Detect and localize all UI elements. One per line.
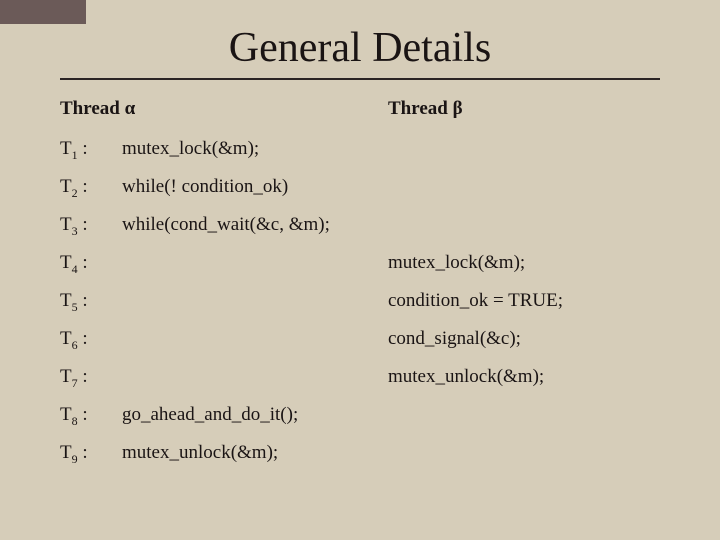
row-label-suffix: : <box>78 138 88 159</box>
col-header-alpha: Thread α <box>60 98 388 130</box>
row-beta: condition_ok = TRUE; <box>388 282 660 320</box>
row-label-suffix: : <box>78 214 88 235</box>
corner-accent <box>0 0 86 24</box>
row-beta: cond_signal(&c); <box>388 320 660 358</box>
row-beta: mutex_unlock(&m); <box>388 358 660 396</box>
row-label-t: T <box>60 442 72 463</box>
row-alpha: while(! condition_ok) <box>116 168 388 206</box>
title-rule <box>60 78 660 80</box>
row-label-suffix: : <box>78 176 88 197</box>
row-label-t: T <box>60 176 72 197</box>
row-beta <box>388 168 660 206</box>
row-label-t: T <box>60 214 72 235</box>
row-beta <box>388 434 660 472</box>
row-label-t: T <box>60 366 72 387</box>
row-alpha: go_ahead_and_do_it(); <box>116 396 388 434</box>
row-alpha: while(cond_wait(&c, &m); <box>116 206 388 244</box>
row-label-suffix: : <box>78 328 88 349</box>
col-header-beta: Thread β <box>388 98 660 130</box>
row-label-suffix: : <box>78 442 88 463</box>
row-alpha <box>116 282 388 320</box>
row-label: T2 : <box>60 168 116 206</box>
row-alpha <box>116 320 388 358</box>
row-label: T8 : <box>60 396 116 434</box>
beta-symbol: β <box>453 98 463 119</box>
row-beta <box>388 206 660 244</box>
row-label-t: T <box>60 328 72 349</box>
row-label-t: T <box>60 138 72 159</box>
row-label: T4 : <box>60 244 116 282</box>
row-alpha <box>116 358 388 396</box>
row-label-suffix: : <box>78 404 88 425</box>
row-alpha: mutex_unlock(&m); <box>116 434 388 472</box>
row-label-suffix: : <box>78 366 88 387</box>
row-label: T1 : <box>60 130 116 168</box>
row-label: T9 : <box>60 434 116 472</box>
row-beta <box>388 130 660 168</box>
row-label-t: T <box>60 404 72 425</box>
slide: General Details Thread α Thread β T1 : m… <box>0 0 720 472</box>
alpha-symbol: α <box>125 98 136 119</box>
row-label-t: T <box>60 290 72 311</box>
page-title: General Details <box>60 24 660 72</box>
thread-table: Thread α Thread β T1 : mutex_lock(&m); T… <box>60 98 660 472</box>
row-label-t: T <box>60 252 72 273</box>
row-label: T3 : <box>60 206 116 244</box>
row-label-suffix: : <box>78 252 88 273</box>
row-label-suffix: : <box>78 290 88 311</box>
row-alpha: mutex_lock(&m); <box>116 130 388 168</box>
row-label: T5 : <box>60 282 116 320</box>
col-header-beta-prefix: Thread <box>388 98 453 119</box>
col-header-alpha-prefix: Thread <box>60 98 125 119</box>
row-label: T7 : <box>60 358 116 396</box>
row-beta <box>388 396 660 434</box>
row-label: T6 : <box>60 320 116 358</box>
row-beta: mutex_lock(&m); <box>388 244 660 282</box>
row-alpha <box>116 244 388 282</box>
